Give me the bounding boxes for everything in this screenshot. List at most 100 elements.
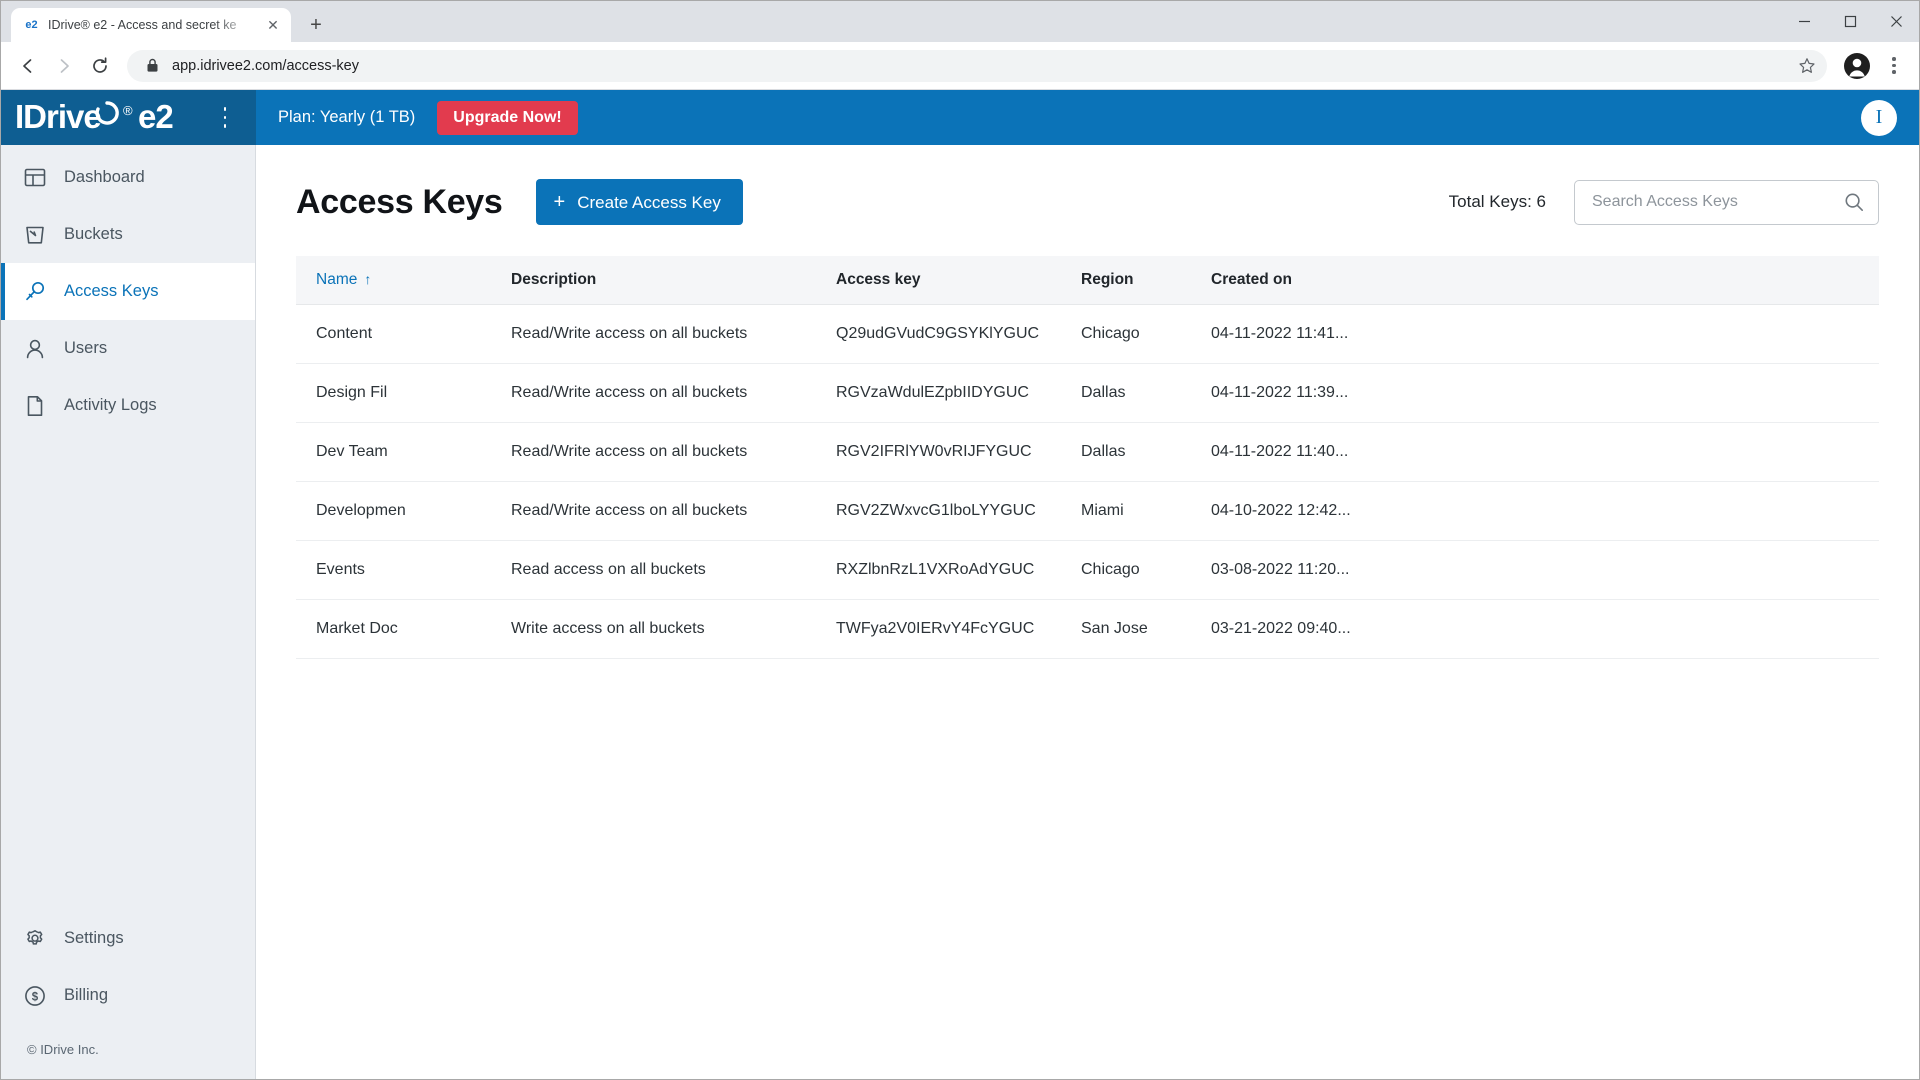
svg-text:$: $ [32,991,39,1003]
address-bar[interactable]: app.idrivee2.com/access-key [127,49,1827,82]
sidebar-item-label: Buckets [64,225,123,243]
column-header-name-label: Name [316,270,358,288]
table-row[interactable]: Developmen Read/Write access on all buck… [296,481,1879,541]
cell-created-on: 03-21-2022 09:40... [1211,599,1879,659]
upgrade-now-button[interactable]: Upgrade Now! [437,100,578,135]
reload-icon[interactable] [83,49,117,83]
back-icon[interactable] [11,49,45,83]
svg-text:IDrive: IDrive [15,98,101,135]
app-header-right: Plan: Yearly (1 TB) Upgrade Now! I [256,90,1919,145]
cell-access-key: RGV2IFRlYW0vRIJFYGUC [836,422,1081,482]
hamburger-icon[interactable] [224,103,226,133]
window-close-icon[interactable] [1873,1,1919,42]
document-icon [23,394,47,418]
tab-favicon-icon: e2 [25,19,38,31]
cell-created-on: 04-11-2022 11:41... [1211,304,1879,364]
dollar-circle-icon: $ [23,984,47,1008]
profile-avatar-icon[interactable] [1843,52,1871,80]
column-header-description[interactable]: Description [511,256,836,305]
cell-region: Miami [1081,481,1211,541]
table-header-row: Name ↑ Description Access key Region Crea… [296,256,1879,305]
search-icon[interactable] [1844,192,1864,212]
cell-name: Developmen [296,481,511,541]
sidebar-item-users[interactable]: Users [1,320,255,377]
sidebar-item-dashboard[interactable]: Dashboard [1,149,255,206]
sort-ascending-icon: ↑ [364,270,372,287]
sidebar-item-label: Users [64,339,108,357]
cell-name: Content [296,304,511,364]
sidebar-item-label: Access Keys [64,282,159,300]
brand-zone: IDrive ® e2 [1,90,256,145]
column-header-name[interactable]: Name ↑ [296,256,511,305]
column-header-created-on[interactable]: Created on [1211,256,1879,305]
cell-description: Write access on all buckets [511,599,836,659]
table-row[interactable]: Content Read/Write access on all buckets… [296,304,1879,364]
sidebar-item-access-keys[interactable]: Access Keys [1,263,255,320]
page-viewport: IDrive ® e2 Plan: Yearly (1 TB) Upgrade … [1,90,1919,1079]
cell-region: Dallas [1081,422,1211,482]
table-row[interactable]: Design Fil Read/Write access on all buck… [296,363,1879,423]
key-icon [23,280,47,304]
cell-name: Events [296,540,511,600]
cell-description: Read/Write access on all buckets [511,422,836,482]
cell-description: Read/Write access on all buckets [511,304,836,364]
dashboard-icon [23,166,47,190]
cell-region: Chicago [1081,540,1211,600]
browser-tab[interactable]: e2 IDrive® e2 - Access and secret ke ✕ [11,8,291,42]
table-body: Content Read/Write access on all buckets… [296,304,1879,659]
table-head: Name ↑ Description Access key Region Crea… [296,256,1879,305]
three-dot-menu-icon[interactable] [1879,49,1909,83]
search-input[interactable] [1592,193,1844,211]
cell-name: Dev Team [296,422,511,482]
cell-description: Read/Write access on all buckets [511,481,836,541]
page-header-right: Total Keys: 6 [1449,179,1879,225]
window-controls [1781,1,1919,42]
minimize-icon[interactable] [1781,1,1827,42]
browser-tabstrip: e2 IDrive® e2 - Access and secret ke ✕ + [1,1,1919,42]
sidebar-item-label: Dashboard [64,168,145,186]
plan-label: Plan: Yearly (1 TB) [278,108,416,126]
cell-created-on: 03-08-2022 11:20... [1211,540,1879,600]
column-header-region[interactable]: Region [1081,256,1211,305]
sidebar-item-activity-logs[interactable]: Activity Logs [1,377,255,434]
forward-icon[interactable] [47,49,81,83]
create-access-key-button[interactable]: + Create Access Key [535,179,743,225]
sidebar-item-buckets[interactable]: Buckets [1,206,255,263]
idrive-e2-logo[interactable]: IDrive ® e2 [15,98,210,138]
cell-description: Read access on all buckets [511,540,836,600]
maximize-icon[interactable] [1827,1,1873,42]
cell-region: San Jose [1081,599,1211,659]
column-header-access-key[interactable]: Access key [836,256,1081,305]
plus-icon: + [553,191,566,213]
new-tab-button[interactable]: + [299,8,333,42]
url-text: app.idrivee2.com/access-key [172,57,359,74]
sidebar-item-label: Settings [64,929,124,947]
sidebar-item-billing[interactable]: $ Billing [1,967,255,1024]
create-access-key-label: Create Access Key [577,192,721,212]
table-row[interactable]: Market Doc Write access on all buckets T… [296,599,1879,659]
cell-created-on: 04-11-2022 11:39... [1211,363,1879,423]
sidebar-item-label: Activity Logs [64,396,157,414]
page-header: Access Keys + Create Access Key Total Ke… [296,179,1879,225]
cell-access-key: RGVzaWdulEZpbIIDYGUC [836,363,1081,423]
close-icon[interactable]: ✕ [263,15,283,35]
cell-name: Market Doc [296,599,511,659]
user-icon [23,337,47,361]
cell-access-key: TWFya2V0IERvY4FcYGUC [836,599,1081,659]
star-icon[interactable] [1793,52,1821,80]
svg-text:®: ® [123,103,133,118]
cell-access-key: Q29udGVudC9GSYKlYGUC [836,304,1081,364]
cell-description: Read/Write access on all buckets [511,363,836,423]
cell-name: Design Fil [296,363,511,423]
main-content: Access Keys + Create Access Key Total Ke… [256,145,1919,1079]
svg-text:e2: e2 [138,98,173,135]
search-box[interactable] [1574,179,1879,225]
avatar[interactable]: I [1861,99,1897,136]
table-row[interactable]: Events Read access on all buckets RXZlbn… [296,540,1879,600]
sidebar-item-settings[interactable]: Settings [1,910,255,967]
table-row[interactable]: Dev Team Read/Write access on all bucket… [296,422,1879,482]
browser-toolbar: app.idrivee2.com/access-key [1,42,1919,90]
app-header: IDrive ® e2 Plan: Yearly (1 TB) Upgrade … [1,90,1919,145]
cell-access-key: RXZlbnRzL1VXRoAdYGUC [836,540,1081,600]
